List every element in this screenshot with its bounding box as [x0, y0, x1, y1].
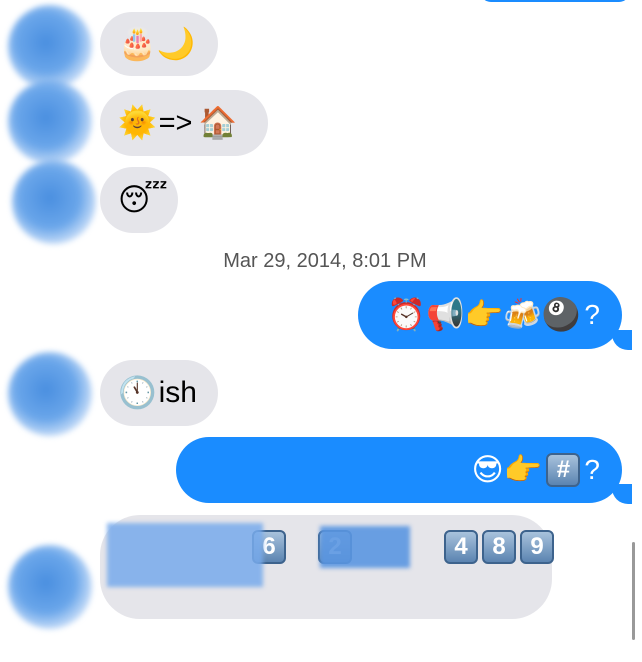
clock-emoji: 🕚	[118, 374, 157, 411]
message-text: ?	[584, 299, 600, 330]
message-text: ish	[158, 376, 197, 409]
redacted-region	[320, 526, 410, 568]
incoming-message-bubble[interactable]: 😴	[100, 167, 178, 233]
contact-avatar[interactable]	[8, 352, 92, 436]
contact-avatar[interactable]	[12, 160, 96, 244]
sun-emoji: 🌞	[118, 104, 157, 141]
scrollbar[interactable]	[632, 542, 635, 640]
bubble-tail	[612, 484, 632, 504]
alarm-horn-point-beer-ball-emoji: ⏰📢👉🍻🎱	[387, 296, 581, 333]
keycap-digit: 9	[520, 530, 554, 564]
message-text: ?	[584, 454, 600, 485]
incoming-message-bubble[interactable]: 🎂🌙	[100, 12, 218, 76]
sunglasses-point-emoji: 😎👉	[471, 451, 543, 488]
message-text: =>	[158, 106, 193, 139]
message-timestamp: Mar 29, 2014, 8:01 PM	[223, 250, 427, 272]
sleeping-emoji: 😴	[118, 181, 168, 218]
contact-avatar[interactable]	[8, 545, 92, 629]
outgoing-message-bubble[interactable]: ⏰📢👉🍻🎱 ?	[358, 281, 622, 349]
cake-moon-emoji: 🎂🌙	[118, 25, 196, 62]
hash-keycap-emoji: #	[546, 453, 581, 487]
keycap-digit: 8	[482, 530, 516, 564]
house-emoji: 🏠	[198, 104, 238, 141]
incoming-message-bubble[interactable]: 🌞 => 🏠	[100, 90, 268, 156]
keycap-digit: 4	[444, 530, 478, 564]
contact-avatar[interactable]	[8, 5, 92, 89]
incoming-message-bubble[interactable]: 🕚 ish	[100, 360, 218, 426]
redacted-region	[107, 523, 263, 587]
previous-outgoing-bubble[interactable]	[480, 0, 630, 2]
bubble-tail	[612, 330, 632, 350]
outgoing-message-bubble[interactable]: 😎👉 # ?	[176, 437, 622, 503]
contact-avatar[interactable]	[8, 80, 92, 164]
